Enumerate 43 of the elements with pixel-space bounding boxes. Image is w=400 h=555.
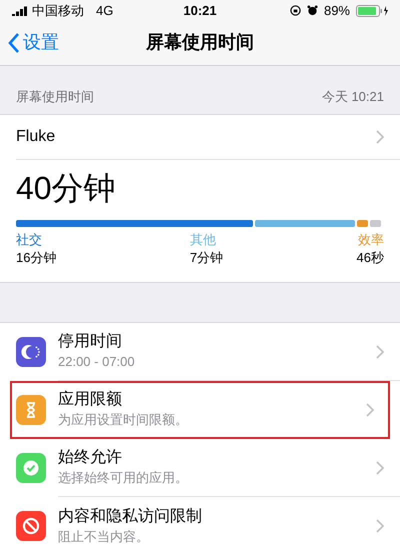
report-date: 今天 10:21 [322, 88, 384, 106]
network-text: 4G [96, 2, 114, 20]
alarm-icon [306, 5, 318, 16]
back-button[interactable]: 设置 [8, 29, 59, 56]
page-title: 屏幕使用时间 [146, 31, 254, 54]
chevron-icon [366, 402, 374, 416]
chevron-icon [376, 519, 384, 533]
setting-title: 内容和隐私访问限制 [58, 506, 203, 527]
chevron-icon [376, 344, 384, 358]
battery-percent: 89% [324, 2, 350, 20]
back-chevron-icon [8, 32, 19, 53]
section-header: 屏幕使用时间 [16, 88, 94, 106]
total-time: 40分钟 [16, 172, 117, 204]
setting-subtitle: 阻止不当内容。 [58, 528, 150, 546]
category-label: 社交 [16, 231, 43, 249]
category-label: 效率 [356, 231, 384, 249]
settings-row[interactable]: 停用时间 22:00 - 07:00 [0, 323, 400, 381]
category-label: 其他 [190, 231, 217, 249]
setting-title: 应用限额 [58, 390, 123, 410]
device-name: Fluke [16, 127, 56, 148]
category-duration: 46秒 [356, 248, 384, 266]
category-duration: 16分钟 [16, 248, 56, 266]
battery-charging-icon [356, 4, 388, 17]
clock-text: 10:21 [182, 2, 218, 20]
settings-row[interactable]: 始终允许 选择始终可用的应用。 [0, 439, 400, 497]
moon-clock-icon [16, 337, 46, 367]
hourglass-icon [16, 395, 46, 425]
category-duration: 7分钟 [190, 248, 224, 266]
signal-icon [12, 6, 28, 16]
checkmark-badge-icon [16, 453, 46, 483]
setting-title: 始终允许 [58, 448, 123, 468]
setting-subtitle: 选择始终可用的应用。 [58, 470, 189, 487]
no-entry-icon [16, 511, 46, 541]
settings-row[interactable]: 内容和隐私访问限制 阻止不当内容。 [0, 497, 400, 555]
carrier-text: 中国移动 [32, 2, 84, 20]
chevron-icon [376, 460, 384, 474]
setting-subtitle: 22:00 - 07:00 [58, 354, 136, 371]
chevron-icon [376, 130, 384, 144]
rotation-lock-icon [290, 5, 301, 16]
device-row[interactable]: Fluke [16, 115, 400, 160]
settings-row[interactable]: 应用限额 为应用设置时间限额。 [10, 381, 390, 439]
setting-subtitle: 为应用设置时间限额。 [58, 412, 189, 429]
setting-title: 停用时间 [58, 332, 123, 352]
